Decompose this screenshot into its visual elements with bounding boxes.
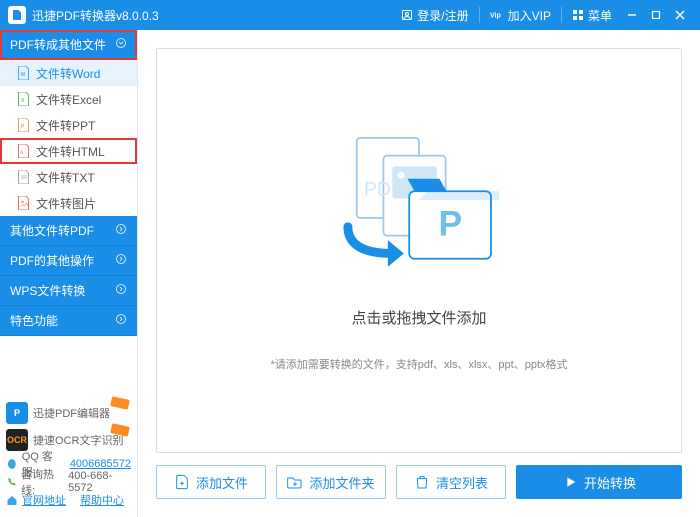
- category-pdf-to-other[interactable]: PDF转成其他文件: [0, 30, 137, 60]
- chevron-right-icon: [115, 283, 127, 298]
- drop-message: 点击或拖拽文件添加: [351, 307, 486, 328]
- titlebar: 迅捷PDF转换器v8.0.0.3 登录/注册 Vip 加入VIP 菜单: [0, 0, 700, 30]
- folder-plus-icon: [287, 474, 303, 490]
- svg-text:P: P: [439, 204, 463, 244]
- qq-link[interactable]: 4006685572: [70, 458, 131, 470]
- svg-text:P: P: [21, 124, 25, 130]
- drop-zone[interactable]: PDF P 点击或拖拽文件添加 *请添加需要转换的文件，支持pdf、xls、xl…: [156, 48, 682, 453]
- svg-text:X: X: [21, 98, 25, 104]
- add-file-button[interactable]: 添加文件: [156, 465, 266, 499]
- category-pdf-other-ops[interactable]: PDF的其他操作: [0, 246, 137, 276]
- phone-icon: [6, 476, 17, 488]
- sidebar: PDF转成其他文件 W 文件转Word X 文件转Excel P 文件转PPT …: [0, 30, 138, 517]
- promo-ocr[interactable]: OCR 捷速OCR文字识别: [6, 428, 131, 452]
- image-file-icon: [18, 196, 30, 210]
- grid-icon: [572, 9, 584, 21]
- clear-list-button[interactable]: 清空列表: [396, 465, 506, 499]
- svg-text:W: W: [21, 72, 26, 78]
- sub-to-word[interactable]: W 文件转Word: [0, 60, 137, 86]
- drop-illustration-icon: PDF P: [329, 129, 509, 289]
- separator: [479, 7, 480, 23]
- add-folder-button[interactable]: 添加文件夹: [276, 465, 386, 499]
- home-icon: [6, 494, 18, 506]
- sub-to-image[interactable]: 文件转图片: [0, 190, 137, 216]
- ppt-file-icon: P: [18, 118, 30, 132]
- promo-editor[interactable]: P 迅捷PDF编辑器: [6, 401, 131, 425]
- category-other-to-pdf[interactable]: 其他文件转PDF: [0, 216, 137, 246]
- action-bar: 添加文件 添加文件夹 清空列表 开始转换: [156, 465, 682, 499]
- start-convert-button[interactable]: 开始转换: [516, 465, 682, 499]
- svg-text:h: h: [21, 150, 24, 155]
- promo-panel: P 迅捷PDF编辑器 OCR 捷速OCR文字识别 QQ 客服: 40066855…: [0, 395, 137, 517]
- chevron-down-icon: [115, 37, 127, 52]
- play-icon: [562, 474, 578, 490]
- html-file-icon: h: [18, 144, 30, 158]
- txt-file-icon: [18, 170, 30, 184]
- trash-icon: [414, 474, 430, 490]
- app-logo: [8, 6, 26, 24]
- login-button[interactable]: 登录/注册: [393, 0, 476, 30]
- chevron-right-icon: [115, 223, 127, 238]
- svg-text:Vip: Vip: [490, 12, 501, 19]
- menu-button[interactable]: 菜单: [564, 0, 620, 30]
- main-panel: PDF P 点击或拖拽文件添加 *请添加需要转换的文件，支持pdf、xls、xl…: [138, 30, 700, 517]
- vip-icon: Vip: [490, 9, 504, 21]
- sub-to-ppt[interactable]: P 文件转PPT: [0, 112, 137, 138]
- maximize-button[interactable]: [644, 3, 668, 27]
- qq-icon: [6, 458, 18, 470]
- drop-hint: *请添加需要转换的文件，支持pdf、xls、xlsx、ppt、pptx格式: [270, 356, 567, 372]
- user-icon: [401, 9, 413, 21]
- vip-button[interactable]: Vip 加入VIP: [482, 0, 559, 30]
- close-button[interactable]: [668, 3, 692, 27]
- help-link[interactable]: 帮助中心: [80, 492, 124, 508]
- category-special[interactable]: 特色功能: [0, 306, 137, 336]
- tel-row: 咨询热线: 400-668-5572: [6, 473, 131, 491]
- chevron-right-icon: [115, 313, 127, 328]
- hot-badge-icon: [110, 396, 130, 410]
- site-link[interactable]: 官网地址: [22, 492, 66, 508]
- separator: [561, 7, 562, 23]
- sub-to-excel[interactable]: X 文件转Excel: [0, 86, 137, 112]
- category-wps[interactable]: WPS文件转换: [0, 276, 137, 306]
- sub-to-html[interactable]: h 文件转HTML: [0, 138, 137, 164]
- minimize-button[interactable]: [620, 3, 644, 27]
- excel-file-icon: X: [18, 92, 30, 106]
- ocr-badge-icon: OCR: [6, 429, 28, 451]
- sub-to-txt[interactable]: 文件转TXT: [0, 164, 137, 190]
- pdf-badge-icon: P: [6, 402, 28, 424]
- app-title: 迅捷PDF转换器v8.0.0.3: [32, 7, 393, 24]
- word-file-icon: W: [18, 66, 30, 80]
- file-plus-icon: [174, 474, 190, 490]
- chevron-right-icon: [115, 253, 127, 268]
